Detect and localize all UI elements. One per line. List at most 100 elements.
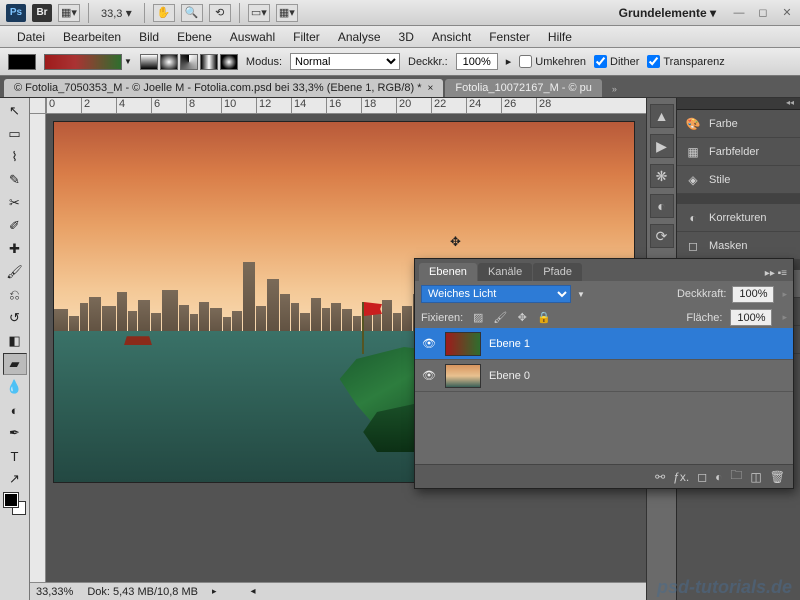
panel-korrekturen[interactable]: ◐Korrekturen xyxy=(677,204,800,232)
menu-3d[interactable]: 3D xyxy=(390,28,423,46)
pen-tool[interactable]: ✒ xyxy=(3,422,27,444)
extras-icon[interactable]: ▦▾ xyxy=(276,4,298,22)
tab-pfade[interactable]: Pfade xyxy=(533,263,582,281)
gradient-linear-icon[interactable] xyxy=(140,54,158,70)
menu-bearbeiten[interactable]: Bearbeiten xyxy=(54,28,130,46)
panel-masken[interactable]: ◻Masken xyxy=(677,232,800,260)
gradient-tool[interactable]: ▰ xyxy=(3,353,27,375)
layer-thumb[interactable] xyxy=(445,332,481,356)
status-zoom[interactable]: 33,33% xyxy=(36,586,73,598)
blend-mode-select[interactable]: Normal xyxy=(290,53,400,70)
menu-fenster[interactable]: Fenster xyxy=(480,28,539,46)
arrange-icon[interactable]: ▦▾ xyxy=(58,4,80,22)
status-docsize[interactable]: Dok: 5,43 MB/10,8 MB xyxy=(87,586,198,598)
zoom-icon[interactable]: 🔍 xyxy=(181,4,203,22)
dither-checkbox[interactable]: Dither xyxy=(594,55,639,68)
ps-logo[interactable]: Ps xyxy=(6,4,26,22)
quickselect-tool[interactable]: ✎ xyxy=(3,169,27,191)
tab-doc-2[interactable]: Fotolia_10072167_M - © pu xyxy=(445,79,602,97)
collapse-icon[interactable]: ◂◂ xyxy=(677,98,800,110)
screenmode-icon[interactable]: ▭▾ xyxy=(248,4,270,22)
gradient-diamond-icon[interactable] xyxy=(220,54,238,70)
close-icon[interactable]: ✕ xyxy=(780,6,794,20)
close-tab-icon[interactable]: × xyxy=(428,83,434,94)
type-tool[interactable]: T xyxy=(3,445,27,467)
layers-panel[interactable]: Ebenen Kanäle Pfade ▸▸ ▪≡ Weiches Licht … xyxy=(414,258,794,489)
info-icon[interactable]: ❋ xyxy=(650,164,674,188)
rotate-icon[interactable]: ⟲ xyxy=(209,4,231,22)
menu-filter[interactable]: Filter xyxy=(284,28,329,46)
menu-analyse[interactable]: Analyse xyxy=(329,28,390,46)
panel-menu-icon[interactable]: ▸▸ ▪≡ xyxy=(759,266,793,281)
reverse-checkbox[interactable]: Umkehren xyxy=(519,55,586,68)
panel-farbe[interactable]: 🎨Farbe xyxy=(677,110,800,138)
history-brush-tool[interactable]: ↺ xyxy=(3,307,27,329)
lasso-tool[interactable]: ⌇ xyxy=(3,146,27,168)
workspace-switcher[interactable]: Grundelemente ▾ xyxy=(619,6,722,20)
new-fill-icon[interactable]: ◐ xyxy=(715,470,722,484)
healing-tool[interactable]: ✚ xyxy=(3,238,27,260)
path-tool[interactable]: ↗ xyxy=(3,468,27,490)
flache-input[interactable] xyxy=(730,309,772,326)
fg-bg-swatch[interactable] xyxy=(4,493,26,515)
layer-name[interactable]: Ebene 0 xyxy=(489,370,530,382)
gradient-tool-preset[interactable] xyxy=(8,54,36,70)
link-layers-icon[interactable]: ⚯ xyxy=(655,470,665,484)
opacity-input[interactable] xyxy=(456,53,498,70)
tab-overflow-icon[interactable]: » xyxy=(604,81,625,97)
gradient-preview[interactable] xyxy=(44,54,122,70)
lock-pixels-icon[interactable]: 🖌 xyxy=(493,311,507,325)
status-flyout-icon[interactable]: ▸ xyxy=(212,586,217,597)
dodge-tool[interactable]: ◐ xyxy=(3,399,27,421)
blur-tool[interactable]: 💧 xyxy=(3,376,27,398)
scroll-left-icon[interactable]: ◂ xyxy=(251,586,256,597)
stamp-tool[interactable]: ⎌ xyxy=(3,284,27,306)
layer-blend-select[interactable]: Weiches Licht xyxy=(421,285,571,303)
lock-transparent-icon[interactable]: ▨ xyxy=(471,311,485,325)
menu-ansicht[interactable]: Ansicht xyxy=(423,28,480,46)
bridge-logo[interactable]: Br xyxy=(32,4,52,22)
tab-doc-1[interactable]: © Fotolia_7050353_M - © Joelle M - Fotol… xyxy=(4,79,443,97)
eraser-tool[interactable]: ◧ xyxy=(3,330,27,352)
menu-hilfe[interactable]: Hilfe xyxy=(539,28,581,46)
menu-bild[interactable]: Bild xyxy=(130,28,168,46)
visibility-icon[interactable]: 👁 xyxy=(421,337,437,350)
new-layer-icon[interactable]: ◫ xyxy=(750,470,761,484)
deckkraft-input[interactable] xyxy=(732,286,774,303)
gradient-radial-icon[interactable] xyxy=(160,54,178,70)
tab-ebenen[interactable]: Ebenen xyxy=(419,263,477,281)
navigator-icon[interactable]: ▲ xyxy=(650,104,674,128)
adjustments-icon[interactable]: ◐ xyxy=(650,194,674,218)
lock-all-icon[interactable]: 🔒 xyxy=(537,311,551,325)
hand-icon[interactable]: ✋ xyxy=(153,4,175,22)
menu-datei[interactable]: Datei xyxy=(8,28,54,46)
marquee-tool[interactable]: ▭ xyxy=(3,123,27,145)
dropdown-icon[interactable]: ▼ xyxy=(124,57,132,66)
gradient-angle-icon[interactable] xyxy=(180,54,198,70)
flache-flyout-icon[interactable]: ▸ xyxy=(782,312,787,323)
mask-icon[interactable]: ◻ xyxy=(697,470,707,484)
ruler-origin[interactable] xyxy=(30,98,46,114)
delete-layer-icon[interactable]: 🗑 xyxy=(770,470,785,484)
new-group-icon[interactable]: 🗀 xyxy=(730,466,742,487)
restore-icon[interactable]: ◻ xyxy=(756,6,770,20)
gradient-reflected-icon[interactable] xyxy=(200,54,218,70)
zoom-display[interactable]: 33,3 ▾ xyxy=(97,6,136,20)
dropdown-icon[interactable]: ▼ xyxy=(577,290,585,299)
layer-name[interactable]: Ebene 1 xyxy=(489,338,530,350)
deckkraft-flyout-icon[interactable]: ▸ xyxy=(782,289,787,300)
layer-thumb[interactable] xyxy=(445,364,481,388)
panel-stile[interactable]: ◈Stile xyxy=(677,166,800,194)
menu-ebene[interactable]: Ebene xyxy=(168,28,221,46)
panel-farbfelder[interactable]: ▦Farbfelder xyxy=(677,138,800,166)
opacity-flyout-icon[interactable]: ▸ xyxy=(506,55,512,68)
minimize-icon[interactable]: — xyxy=(732,6,746,20)
fx-icon[interactable]: ƒx. xyxy=(673,470,689,484)
ruler-vertical[interactable] xyxy=(30,114,46,582)
transparency-checkbox[interactable]: Transparenz xyxy=(647,55,724,68)
menu-auswahl[interactable]: Auswahl xyxy=(221,28,284,46)
layer-row[interactable]: 👁 Ebene 1 xyxy=(415,328,793,360)
move-tool[interactable]: ↖ xyxy=(3,100,27,122)
tab-kanale[interactable]: Kanäle xyxy=(478,263,532,281)
crop-tool[interactable]: ✂ xyxy=(3,192,27,214)
